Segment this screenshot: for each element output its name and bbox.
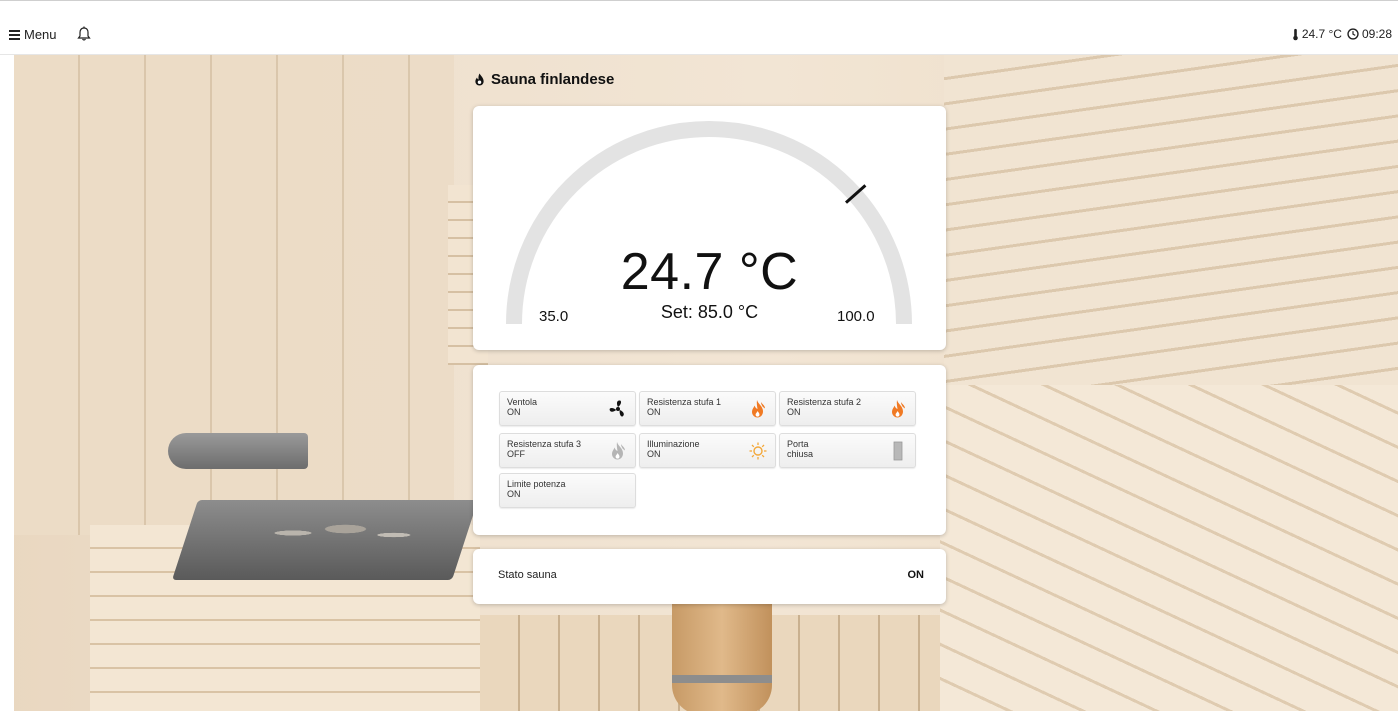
sauna-state-card[interactable]: Stato sauna ON xyxy=(473,549,946,604)
device-resistenza-stufa-1[interactable]: Resistenza stufa 1 ON xyxy=(639,391,776,426)
page-title: Sauna finlandese xyxy=(474,69,614,89)
device-value: ON xyxy=(647,407,661,417)
thermometer-icon xyxy=(1293,28,1298,40)
device-label: Resistenza stufa 2 xyxy=(787,397,862,407)
device-limite-potenza[interactable]: Limite potenza ON xyxy=(499,473,636,508)
left-frame xyxy=(0,55,14,711)
current-temperature: 24.7 °C xyxy=(620,243,799,301)
device-value: OFF xyxy=(507,449,525,459)
device-value: ON xyxy=(507,489,521,499)
bucket-shape xyxy=(672,595,772,711)
device-label: Porta xyxy=(787,439,809,449)
ladle-shape xyxy=(168,433,308,469)
device-label: Illuminazione xyxy=(647,439,700,449)
clock-icon xyxy=(1347,28,1359,40)
temperature-gauge-card: 24.7 °C Set: 85.0 °C 35.0 100.0 xyxy=(473,106,946,350)
device-label: Ventola xyxy=(507,397,538,407)
device-resistenza-stufa-3[interactable]: Resistenza stufa 3 OFF xyxy=(499,433,636,468)
device-porta[interactable]: Porta chiusa xyxy=(779,433,916,468)
gauge-max-label: 100.0 xyxy=(837,308,875,325)
flame-off-icon xyxy=(612,442,625,460)
flame-on-icon xyxy=(752,400,765,418)
page-title-text: Sauna finlandese xyxy=(491,70,615,88)
gauge-min-label: 35.0 xyxy=(539,308,569,325)
top-bar: Menu 24.7 °C 09:28 xyxy=(0,0,1398,55)
menu-button[interactable]: Menu xyxy=(9,26,57,42)
status-area: 24.7 °C 09:28 xyxy=(1292,26,1392,42)
device-value: ON xyxy=(647,449,661,459)
menu-label: Menu xyxy=(24,26,57,42)
hamburger-icon xyxy=(9,29,20,40)
devices-card: Ventola ON Resistenza stufa 1 ON Resiste… xyxy=(473,365,946,535)
device-value: ON xyxy=(787,407,801,417)
device-ventola[interactable]: Ventola ON xyxy=(499,391,636,426)
state-label: Stato sauna xyxy=(498,569,557,581)
door-icon xyxy=(893,441,903,461)
flame-on-icon xyxy=(892,400,905,418)
device-label: Resistenza stufa 3 xyxy=(507,439,582,449)
fan-icon xyxy=(609,400,624,417)
sun-icon xyxy=(749,442,767,460)
device-value: ON xyxy=(507,407,521,417)
device-label: Limite potenza xyxy=(507,479,566,489)
status-temperature: 24.7 °C xyxy=(1301,27,1342,41)
device-resistenza-stufa-2[interactable]: Resistenza stufa 2 ON xyxy=(779,391,916,426)
device-value: chiusa xyxy=(787,449,814,459)
status-time: 09:28 xyxy=(1361,27,1392,41)
state-value: ON xyxy=(907,569,925,581)
flame-drop-icon xyxy=(475,73,484,85)
bell-icon[interactable] xyxy=(77,26,91,42)
stones-shape xyxy=(230,513,440,553)
bench-right xyxy=(940,385,1398,711)
device-label: Resistenza stufa 1 xyxy=(647,397,722,407)
device-illuminazione[interactable]: Illuminazione ON xyxy=(639,433,776,468)
